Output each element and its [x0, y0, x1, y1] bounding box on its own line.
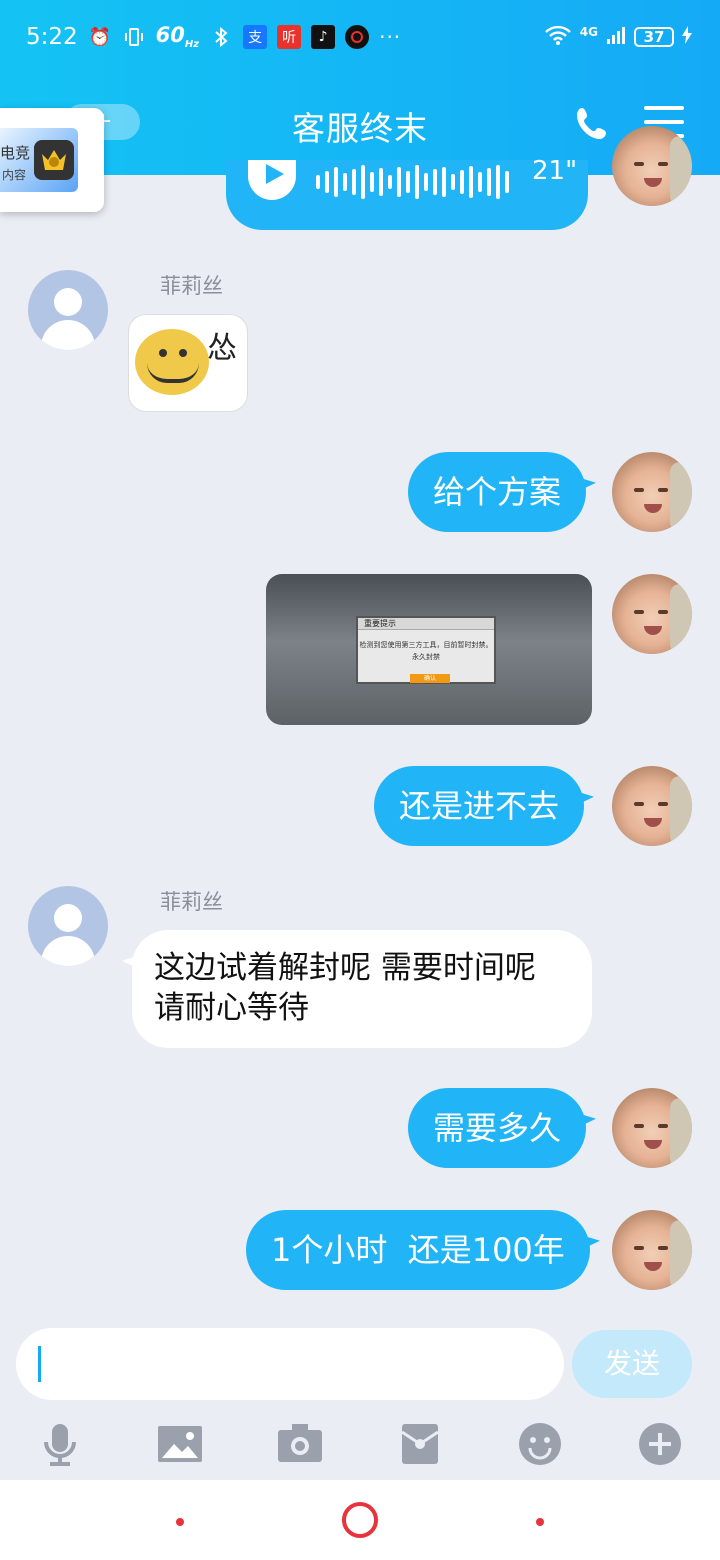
ting-icon: 听 [277, 25, 302, 49]
battery-icon: 37 [634, 27, 674, 47]
system-nav-bar [0, 1480, 720, 1560]
network-type: 4G [579, 25, 598, 39]
charging-icon [682, 26, 692, 48]
image-message[interactable]: 重要提示 检测到您使用第三方工具，目前暂时封禁。 永久封禁 确认 [266, 574, 592, 725]
dialog-text: 检测到您使用第三方工具，目前暂时封禁。 [359, 641, 493, 649]
promo-line1: 电竞 [0, 144, 31, 162]
agent-avatar[interactable] [28, 270, 108, 350]
outgoing-message[interactable]: 给个方案 [408, 452, 587, 532]
play-icon[interactable] [248, 160, 296, 200]
voice-waveform [316, 164, 509, 200]
my-avatar[interactable] [612, 1210, 692, 1290]
my-avatar[interactable] [612, 452, 692, 532]
more-icon: ··· [379, 25, 402, 49]
voice-duration: 21" [532, 156, 578, 186]
message-input[interactable] [16, 1328, 564, 1400]
alarm-icon: ⏰ [88, 26, 111, 48]
message-text: 1个小时 还是100年 [271, 1231, 565, 1269]
my-avatar[interactable] [612, 574, 692, 654]
refresh-rate-unit: Hz [184, 39, 200, 51]
nav-back-button[interactable] [536, 1518, 544, 1526]
my-avatar[interactable] [612, 126, 692, 206]
tiktok-icon: ♪ [311, 25, 336, 49]
refresh-rate: 60Hz [156, 23, 199, 50]
incoming-message[interactable]: 这边试着解封呢 需要时间呢 请耐心等待 [132, 930, 592, 1048]
status-bar: 5:22 ⏰ 60Hz 支 听 ♪ ··· 4G 37 [26, 18, 692, 56]
send-button[interactable]: 发送 [572, 1330, 692, 1398]
my-avatar[interactable] [612, 1088, 692, 1168]
nav-home-button[interactable] [342, 1502, 378, 1538]
emoji-icon[interactable] [516, 1420, 564, 1468]
message-text: 需要多久 [433, 1109, 562, 1147]
sticker-message[interactable]: 怂 [128, 314, 248, 412]
chat-header: 5:22 ⏰ 60Hz 支 听 ♪ ··· 4G 37 客服终末 [0, 0, 720, 175]
image-icon[interactable] [156, 1420, 204, 1468]
bluetooth-icon [209, 25, 233, 49]
outgoing-message[interactable]: 还是进不去 [374, 766, 585, 846]
voice-message[interactable]: 21" [226, 156, 588, 230]
outgoing-message[interactable]: 1个小时 还是100年 [246, 1210, 590, 1290]
text-cursor [38, 1346, 41, 1382]
signal-icon [606, 25, 626, 49]
sticker-text: 怂 [207, 331, 237, 366]
message-text: 这边试着解封呢 需要时间呢 请耐心等待 [154, 950, 536, 1026]
dialog-text-2: 永久封禁 [412, 653, 440, 661]
alipay-icon: 支 [243, 25, 268, 49]
nav-menu-button[interactable] [176, 1518, 184, 1526]
plus-icon[interactable] [636, 1420, 684, 1468]
message-text: 给个方案 [433, 473, 562, 511]
refresh-rate-value: 60 [155, 23, 185, 48]
wifi-icon [544, 24, 572, 50]
composer-toolbar [0, 1412, 720, 1478]
game-dialog: 重要提示 检测到您使用第三方工具，目前暂时封禁。 永久封禁 确认 [356, 616, 496, 684]
status-time: 5:22 [26, 24, 78, 50]
phone-icon[interactable] [572, 104, 612, 144]
microphone-icon[interactable] [36, 1420, 84, 1468]
floating-promo-card[interactable]: 电竞 内容 [0, 108, 104, 212]
sender-name: 菲莉丝 [160, 890, 223, 914]
vibrate-icon [122, 25, 146, 49]
crown-badge-icon [34, 140, 74, 180]
dialog-confirm-button: 确认 [410, 674, 450, 683]
battery-level: 37 [643, 28, 665, 46]
camera-icon[interactable] [276, 1420, 324, 1468]
outgoing-message[interactable]: 需要多久 [408, 1088, 587, 1168]
red-packet-icon[interactable] [396, 1420, 444, 1468]
message-text: 还是进不去 [399, 787, 560, 825]
record-icon [345, 25, 370, 49]
promo-line2: 内容 [2, 168, 27, 182]
agent-avatar[interactable] [28, 886, 108, 966]
dialog-title: 重要提示 [358, 618, 494, 630]
sender-name: 菲莉丝 [160, 274, 223, 298]
chat-title: 客服终末 [292, 109, 428, 148]
my-avatar[interactable] [612, 766, 692, 846]
